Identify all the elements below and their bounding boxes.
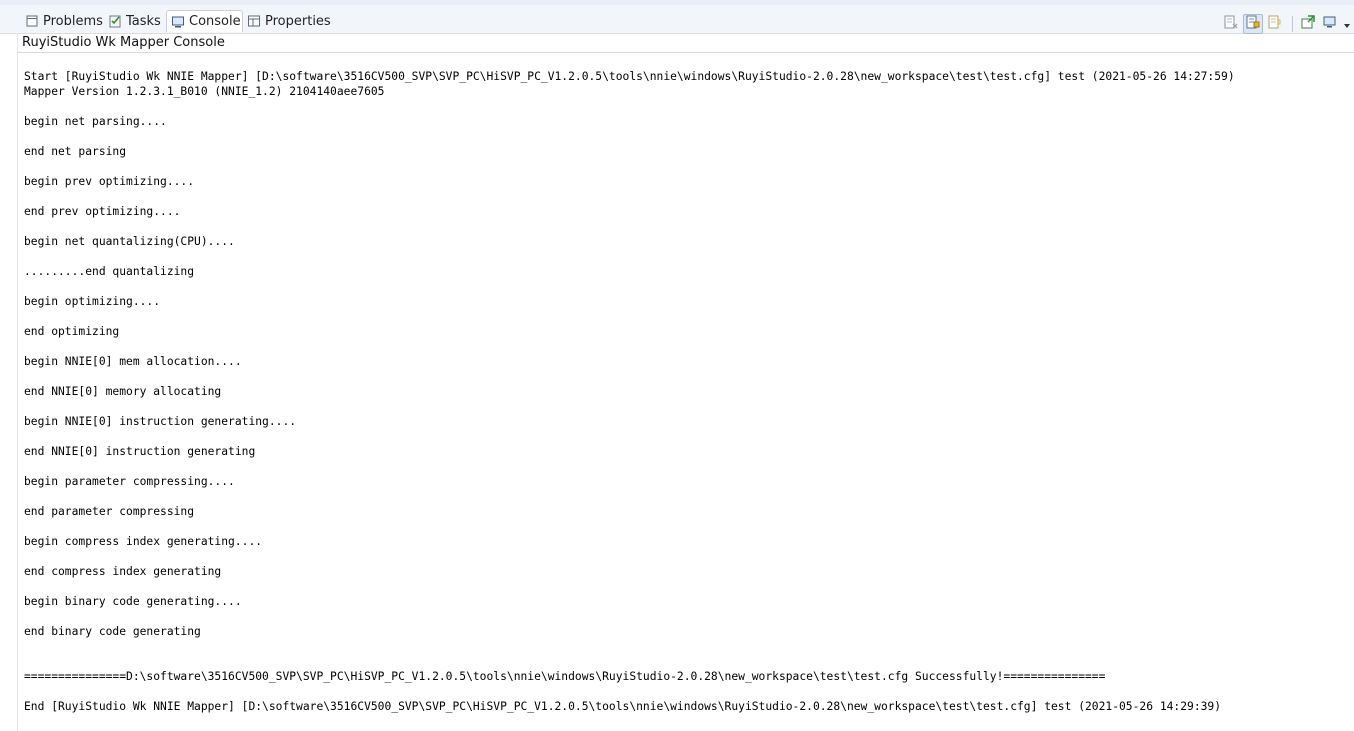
tab-properties[interactable]: Properties [243,10,335,32]
word-wrap-icon [1267,14,1283,34]
tab-label: Console [189,14,241,29]
console-line: begin net parsing.... [24,115,167,128]
console-line: end NNIE[0] instruction generating [24,445,256,458]
console-line: begin compress index generating.... [24,535,263,548]
clear-console-icon [1223,14,1239,34]
display-console-icon [1322,14,1338,34]
tasks-icon [108,14,122,28]
console-icon [171,15,185,29]
console-line: begin binary code generating.... [24,595,242,608]
view-menu-button[interactable] [1342,14,1352,34]
console-line: ===============D:\software\3516CV500_SVP… [24,670,1106,683]
tab-console[interactable]: Console [166,10,243,32]
problems-icon [25,14,39,28]
tab-label: Problems [43,13,103,29]
tab-tasks[interactable]: Tasks [104,10,165,32]
title-divider [18,52,1354,53]
properties-icon [247,14,261,28]
console-line: end parameter compressing [24,505,195,518]
console-line: end compress index generating [24,565,222,578]
scroll-lock-icon [1245,14,1261,34]
view-tab-bar: Problems Tasks Console Properties [0,5,1354,34]
toolbar-separator [1292,16,1293,32]
console-line: end prev optimizing.... [24,205,181,218]
tab-problems[interactable]: Problems [21,10,107,32]
tab-label: Tasks [126,13,161,29]
console-line: end NNIE[0] memory allocating [24,385,222,398]
console-line: end binary code generating [24,625,201,638]
console-line: begin parameter compressing.... [24,475,235,488]
console-line: begin NNIE[0] instruction generating.... [24,415,297,428]
view-left-border [17,33,18,731]
console-line: .........end quantalizing [24,265,195,278]
console-line: end net parsing [24,145,127,158]
console-line: begin optimizing.... [24,295,161,308]
console-line: End [RuyiStudio Wk NNIE Mapper] [D:\soft… [24,700,1222,713]
pin-console-icon [1300,14,1316,34]
word-wrap-button[interactable] [1265,14,1285,34]
console-line: end optimizing [24,325,120,338]
console-toolbar [1221,14,1354,34]
pin-console-button[interactable] [1298,14,1318,34]
console-line: Mapper Version 1.2.3.1_B010 (NNIE_1.2) 2… [24,85,385,98]
console-line: begin prev optimizing.... [24,175,195,188]
console-line: begin NNIE[0] mem allocation.... [24,355,242,368]
console-line: begin net quantalizing(CPU).... [24,235,235,248]
console-output[interactable]: Start [RuyiStudio Wk NNIE Mapper] [D:\so… [24,69,1349,729]
scroll-lock-button[interactable] [1243,14,1263,34]
console-line: Start [RuyiStudio Wk NNIE Mapper] [D:\so… [24,70,1235,83]
display-console-button[interactable] [1320,14,1340,34]
clear-console-button[interactable] [1221,14,1241,34]
console-title: RuyiStudio Wk Mapper Console [22,35,225,50]
view-menu-chevron-icon [1343,15,1351,34]
tab-label: Properties [265,13,331,29]
